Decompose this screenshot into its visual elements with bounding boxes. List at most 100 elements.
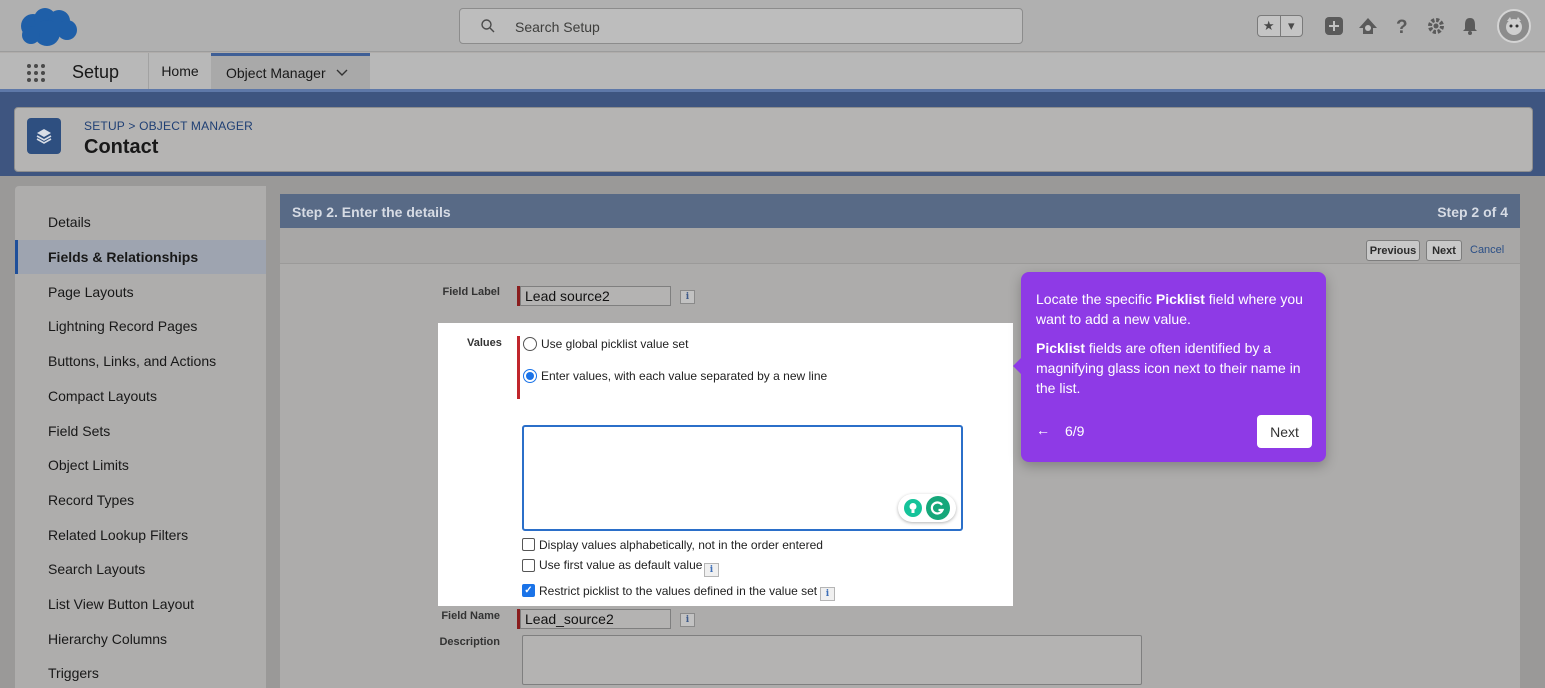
description-label: Description <box>439 636 500 648</box>
sidebar-item-label: Search Layouts <box>48 561 146 577</box>
restrict-picklist-label: Restrict picklist to the values defined … <box>539 584 818 598</box>
chevron-down-icon[interactable] <box>336 69 348 77</box>
sidebar-item-label: Triggers <box>48 665 99 681</box>
tab-object-manager[interactable]: Object Manager <box>211 53 370 89</box>
next-button[interactable]: Next <box>1426 240 1462 261</box>
search-icon <box>481 19 495 33</box>
sidebar-item-label: Hierarchy Columns <box>48 631 168 647</box>
step-button-row <box>280 228 1520 264</box>
tab-home[interactable]: Home <box>148 53 211 89</box>
required-indicator <box>517 336 520 399</box>
tooltip-paragraph-2: Picklist fields are often identified by … <box>1036 338 1316 398</box>
sidebar-item-label: Buttons, Links, and Actions <box>48 353 217 369</box>
search-setup-box[interactable]: Search Setup <box>459 8 1023 44</box>
tab-object-manager-label: Object Manager <box>226 64 326 81</box>
sidebar-item-record-types[interactable]: Record Types <box>15 483 266 517</box>
sidebar-item-list-view-button-layout[interactable]: List View Button Layout <box>15 587 266 621</box>
first-value-default-checkbox[interactable] <box>522 559 535 572</box>
description-textarea[interactable] <box>522 635 1142 685</box>
svg-text:?: ? <box>1396 17 1408 36</box>
sidebar-item-page-layouts[interactable]: Page Layouts <box>15 275 266 309</box>
grammarly-logo-icon[interactable] <box>926 496 950 520</box>
app-launcher-icon[interactable] <box>25 62 47 84</box>
tab-home-label: Home <box>161 63 199 79</box>
first-value-info-icon[interactable]: i <box>704 563 719 577</box>
sidebar-item-label: Fields & Relationships <box>48 249 199 265</box>
field-name-info-icon[interactable]: i <box>680 613 695 627</box>
favorite-star-icon[interactable]: ★ <box>1258 16 1281 36</box>
object-header: SETUP > OBJECT MANAGER Contact <box>14 107 1533 172</box>
global-header: Search Setup ★ ▾ ? <box>0 0 1545 52</box>
sidebar-item-compact-layouts[interactable]: Compact Layouts <box>15 379 266 413</box>
search-placeholder: Search Setup <box>515 19 600 35</box>
field-label-label: Field Label <box>442 286 500 298</box>
sidebar-item-lightning-record-pages[interactable]: Lightning Record Pages <box>15 309 266 343</box>
sidebar-item-buttons-links-actions[interactable]: Buttons, Links, and Actions <box>15 344 266 378</box>
step-title: Step 2. Enter the details <box>292 204 451 220</box>
enter-values-label: Enter values, with each value separated … <box>541 369 828 383</box>
sidebar-item-label: Details <box>48 214 91 230</box>
first-value-default-label: Use first value as default value <box>539 558 703 572</box>
values-label: Values <box>467 337 502 349</box>
sidebar-item-triggers[interactable]: Triggers <box>15 656 266 688</box>
salesforce-logo-icon[interactable] <box>17 6 79 48</box>
tooltip-bold-text: Picklist <box>1155 291 1205 307</box>
trailhead-icon[interactable] <box>1357 15 1379 37</box>
display-alphabetically-label: Display values alphabetically, not in th… <box>539 538 823 552</box>
sidebar-item-label: Lightning Record Pages <box>48 318 198 334</box>
previous-button[interactable]: Previous <box>1366 240 1420 261</box>
step-header: Step 2. Enter the details Step 2 of 4 <box>280 194 1520 228</box>
sidebar-item-label: Compact Layouts <box>48 388 157 404</box>
field-name-label: Field Name <box>441 610 500 622</box>
page-title: Contact <box>84 136 159 158</box>
sidebar-item-search-layouts[interactable]: Search Layouts <box>15 552 266 586</box>
back-arrow-icon[interactable]: ← <box>1036 422 1050 438</box>
tooltip-text: Locate the specific <box>1036 291 1156 307</box>
help-icon[interactable]: ? <box>1391 15 1413 37</box>
sidebar-item-label: List View Button Layout <box>48 596 195 612</box>
sidebar-item-related-lookup-filters[interactable]: Related Lookup Filters <box>15 518 266 552</box>
avatar[interactable] <box>1497 9 1531 43</box>
restrict-picklist-info-icon[interactable]: i <box>820 587 835 601</box>
field-name-input[interactable]: Lead_source2 <box>520 609 671 629</box>
header-icons: ★ ▾ ? <box>1257 9 1531 43</box>
field-label-input[interactable]: Lead source2 <box>520 286 671 306</box>
display-alphabetically-checkbox[interactable] <box>522 538 535 551</box>
sidebar-item-label: Field Sets <box>48 423 111 439</box>
favorites-group: ★ ▾ <box>1257 15 1303 37</box>
sidebar-item-label: Page Layouts <box>48 284 134 300</box>
bell-icon[interactable] <box>1459 15 1481 37</box>
sidebar-item-field-sets[interactable]: Field Sets <box>15 414 266 448</box>
values-panel: Values Use global picklist value set Ent… <box>438 323 1013 606</box>
sidebar-item-hierarchy-columns[interactable]: Hierarchy Columns <box>15 622 266 656</box>
sidebar: Details Fields & Relationships Page Layo… <box>15 186 266 688</box>
app-name: Setup <box>72 62 120 82</box>
sidebar-item-details[interactable]: Details <box>15 205 266 239</box>
enter-values-radio[interactable] <box>523 369 537 383</box>
grammarly-widget[interactable] <box>898 494 956 522</box>
use-global-picklist-label: Use global picklist value set <box>541 337 689 351</box>
gear-icon[interactable] <box>1425 15 1447 37</box>
global-actions-icon[interactable] <box>1323 15 1345 37</box>
values-textarea[interactable] <box>522 425 963 531</box>
walkthrough-tooltip: Locate the specific Picklist field where… <box>1013 272 1326 462</box>
field-label-info-icon[interactable]: i <box>680 290 695 304</box>
cancel-link[interactable]: Cancel <box>1470 244 1504 256</box>
tooltip-next-button[interactable]: Next <box>1257 415 1312 448</box>
use-global-picklist-radio[interactable] <box>523 337 537 351</box>
favorites-dropdown-icon[interactable]: ▾ <box>1281 16 1303 36</box>
sidebar-item-object-limits[interactable]: Object Limits <box>15 448 266 482</box>
sidebar-item-label: Related Lookup Filters <box>48 527 189 543</box>
sidebar-item-fields-relationships[interactable]: Fields & Relationships <box>15 240 266 274</box>
app-nav-bar: Setup Home Object Manager <box>0 53 1545 92</box>
sidebar-item-label: Record Types <box>48 492 135 508</box>
lightbulb-icon[interactable] <box>904 499 922 517</box>
breadcrumb[interactable]: SETUP > OBJECT MANAGER <box>84 119 253 133</box>
step-counter: Step 2 of 4 <box>1437 204 1508 220</box>
tooltip-step-counter: 6/9 <box>1065 423 1085 439</box>
object-manager-icon <box>27 118 61 154</box>
restrict-picklist-checkbox[interactable]: ✓ <box>522 584 535 597</box>
tooltip-paragraph-1: Locate the specific Picklist field where… <box>1036 289 1316 329</box>
tooltip-bold-text: Picklist <box>1036 340 1086 356</box>
sidebar-item-label: Object Limits <box>48 457 129 473</box>
